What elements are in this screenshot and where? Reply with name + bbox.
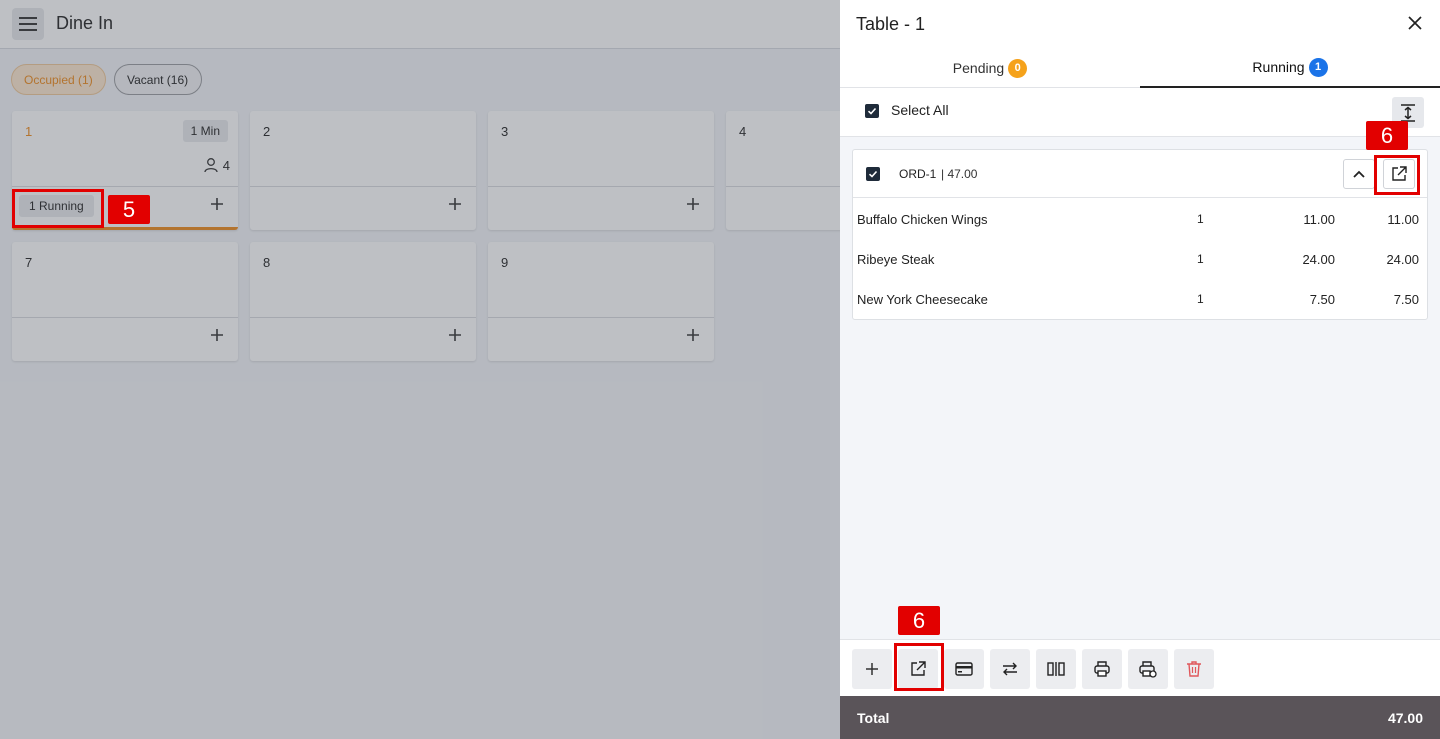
item-price: 7.50 xyxy=(1309,292,1335,307)
checkmark-icon xyxy=(867,107,877,115)
transfer-button[interactable] xyxy=(990,649,1030,689)
item-total: 24.00 xyxy=(1386,252,1419,267)
chevron-up-icon xyxy=(1353,170,1365,178)
expand-vertical-icon xyxy=(1401,103,1415,122)
item-price: 24.00 xyxy=(1302,252,1335,267)
order-amount: | 47.00 xyxy=(941,167,978,181)
order-card: ORD-1 | 47.00 Buffalo Chicken Wings 1 11… xyxy=(852,149,1428,320)
select-all-label: Select All xyxy=(891,102,949,118)
split-columns-icon xyxy=(1047,662,1065,676)
total-label: Total xyxy=(857,710,890,726)
plus-icon xyxy=(866,663,878,675)
annotation-step-label: 5 xyxy=(108,195,150,224)
annotation-highlight-move-order xyxy=(1374,155,1420,195)
close-icon[interactable] xyxy=(1406,14,1424,32)
tab-pending[interactable]: Pending 0 xyxy=(840,48,1140,88)
order-tabs: Pending 0 Running 1 xyxy=(840,48,1440,88)
order-item-row: Buffalo Chicken Wings 1 11.00 11.00 xyxy=(853,200,1427,240)
order-checkbox[interactable] xyxy=(866,167,880,181)
running-count-badge: 1 xyxy=(1308,57,1328,77)
item-qty: 1 xyxy=(1197,252,1204,266)
total-bar: Total 47.00 xyxy=(840,696,1440,739)
modal-backdrop[interactable] xyxy=(0,0,840,739)
order-header: ORD-1 | 47.00 xyxy=(853,150,1427,198)
item-price: 11.00 xyxy=(1303,212,1335,227)
item-name: Buffalo Chicken Wings xyxy=(857,212,988,227)
select-all-checkbox[interactable] xyxy=(865,104,879,118)
printer-refresh-icon xyxy=(1139,661,1157,678)
reprint-button[interactable] xyxy=(1128,649,1168,689)
drawer-title: Table - 1 xyxy=(856,14,926,34)
tab-running[interactable]: Running 1 xyxy=(1140,48,1440,88)
order-item-row: New York Cheesecake 1 7.50 7.50 xyxy=(853,280,1427,320)
dine-in-pane: Dine In Occupied (1) Vacant (16) 1 1 Min… xyxy=(0,0,840,739)
split-button[interactable] xyxy=(1036,649,1076,689)
pending-count-badge: 0 xyxy=(1008,58,1028,78)
annotation-highlight-running xyxy=(12,189,104,228)
printer-icon xyxy=(1094,661,1110,677)
annotation-step-label: 6 xyxy=(1366,121,1408,150)
total-value: 47.00 xyxy=(1387,710,1423,726)
collapse-order-button[interactable] xyxy=(1343,159,1375,189)
select-all-row: Select All xyxy=(840,88,1440,137)
credit-card-icon xyxy=(955,662,973,676)
order-id: ORD-1 xyxy=(899,167,937,181)
annotation-highlight-move-action xyxy=(894,643,944,691)
checkmark-icon xyxy=(868,170,878,178)
item-qty: 1 xyxy=(1197,292,1204,306)
item-total: 7.50 xyxy=(1393,292,1419,307)
item-total: 11.00 xyxy=(1387,212,1419,227)
order-item-row: Ribeye Steak 1 24.00 24.00 xyxy=(853,240,1427,280)
item-name: New York Cheesecake xyxy=(857,292,988,307)
payment-button[interactable] xyxy=(944,649,984,689)
add-order-button[interactable] xyxy=(852,649,892,689)
trash-icon xyxy=(1187,661,1201,677)
swap-arrows-icon xyxy=(1003,662,1017,676)
annotation-step-label: 6 xyxy=(898,606,940,635)
delete-button[interactable] xyxy=(1174,649,1214,689)
print-button[interactable] xyxy=(1082,649,1122,689)
tab-label: Running xyxy=(1252,59,1305,75)
tab-label: Pending xyxy=(952,60,1005,76)
drawer-header: Table - 1 xyxy=(840,0,1440,48)
item-qty: 1 xyxy=(1197,212,1204,226)
item-name: Ribeye Steak xyxy=(857,252,935,267)
